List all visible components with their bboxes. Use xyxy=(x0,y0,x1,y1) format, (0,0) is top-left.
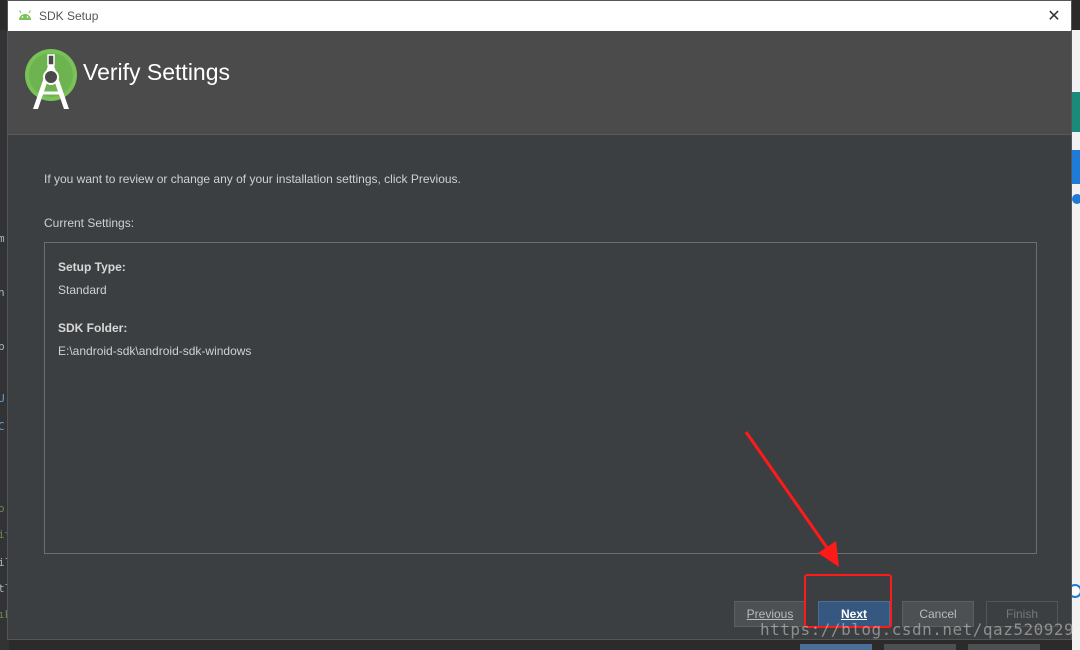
setup-type-label: Setup Type: xyxy=(58,260,126,274)
wizard-header: Verify Settings xyxy=(8,31,1071,135)
intro-text: If you want to review or change any of y… xyxy=(44,172,461,186)
background-dot xyxy=(1072,194,1080,204)
background-button xyxy=(800,644,872,650)
sdk-setup-dialog: SDK Setup ✕ Verify Settings If you want … xyxy=(7,0,1072,640)
sdk-folder-label: SDK Folder: xyxy=(58,321,128,335)
close-button[interactable]: ✕ xyxy=(1045,7,1063,25)
android-icon xyxy=(19,10,31,20)
page-title: Verify Settings xyxy=(83,59,231,85)
previous-button-label: Previous xyxy=(746,607,794,621)
setup-type-value: Standard xyxy=(58,283,107,297)
window-title: SDK Setup xyxy=(39,9,99,23)
android-studio-logo-icon xyxy=(25,49,77,109)
sdk-folder-value: E:\android-sdk\android-sdk-windows xyxy=(58,344,252,358)
background-blue-block xyxy=(1072,150,1080,184)
title-bar: SDK Setup ✕ xyxy=(8,1,1071,31)
background-teal-block xyxy=(1072,92,1080,132)
settings-summary-panel: Setup Type: Standard SDK Folder: E:\andr… xyxy=(44,242,1037,554)
background-button xyxy=(968,644,1040,650)
watermark-text: https://blog.csdn.net/qaz520929 xyxy=(760,620,1075,639)
current-settings-label: Current Settings: xyxy=(44,216,135,230)
background-button xyxy=(884,644,956,650)
